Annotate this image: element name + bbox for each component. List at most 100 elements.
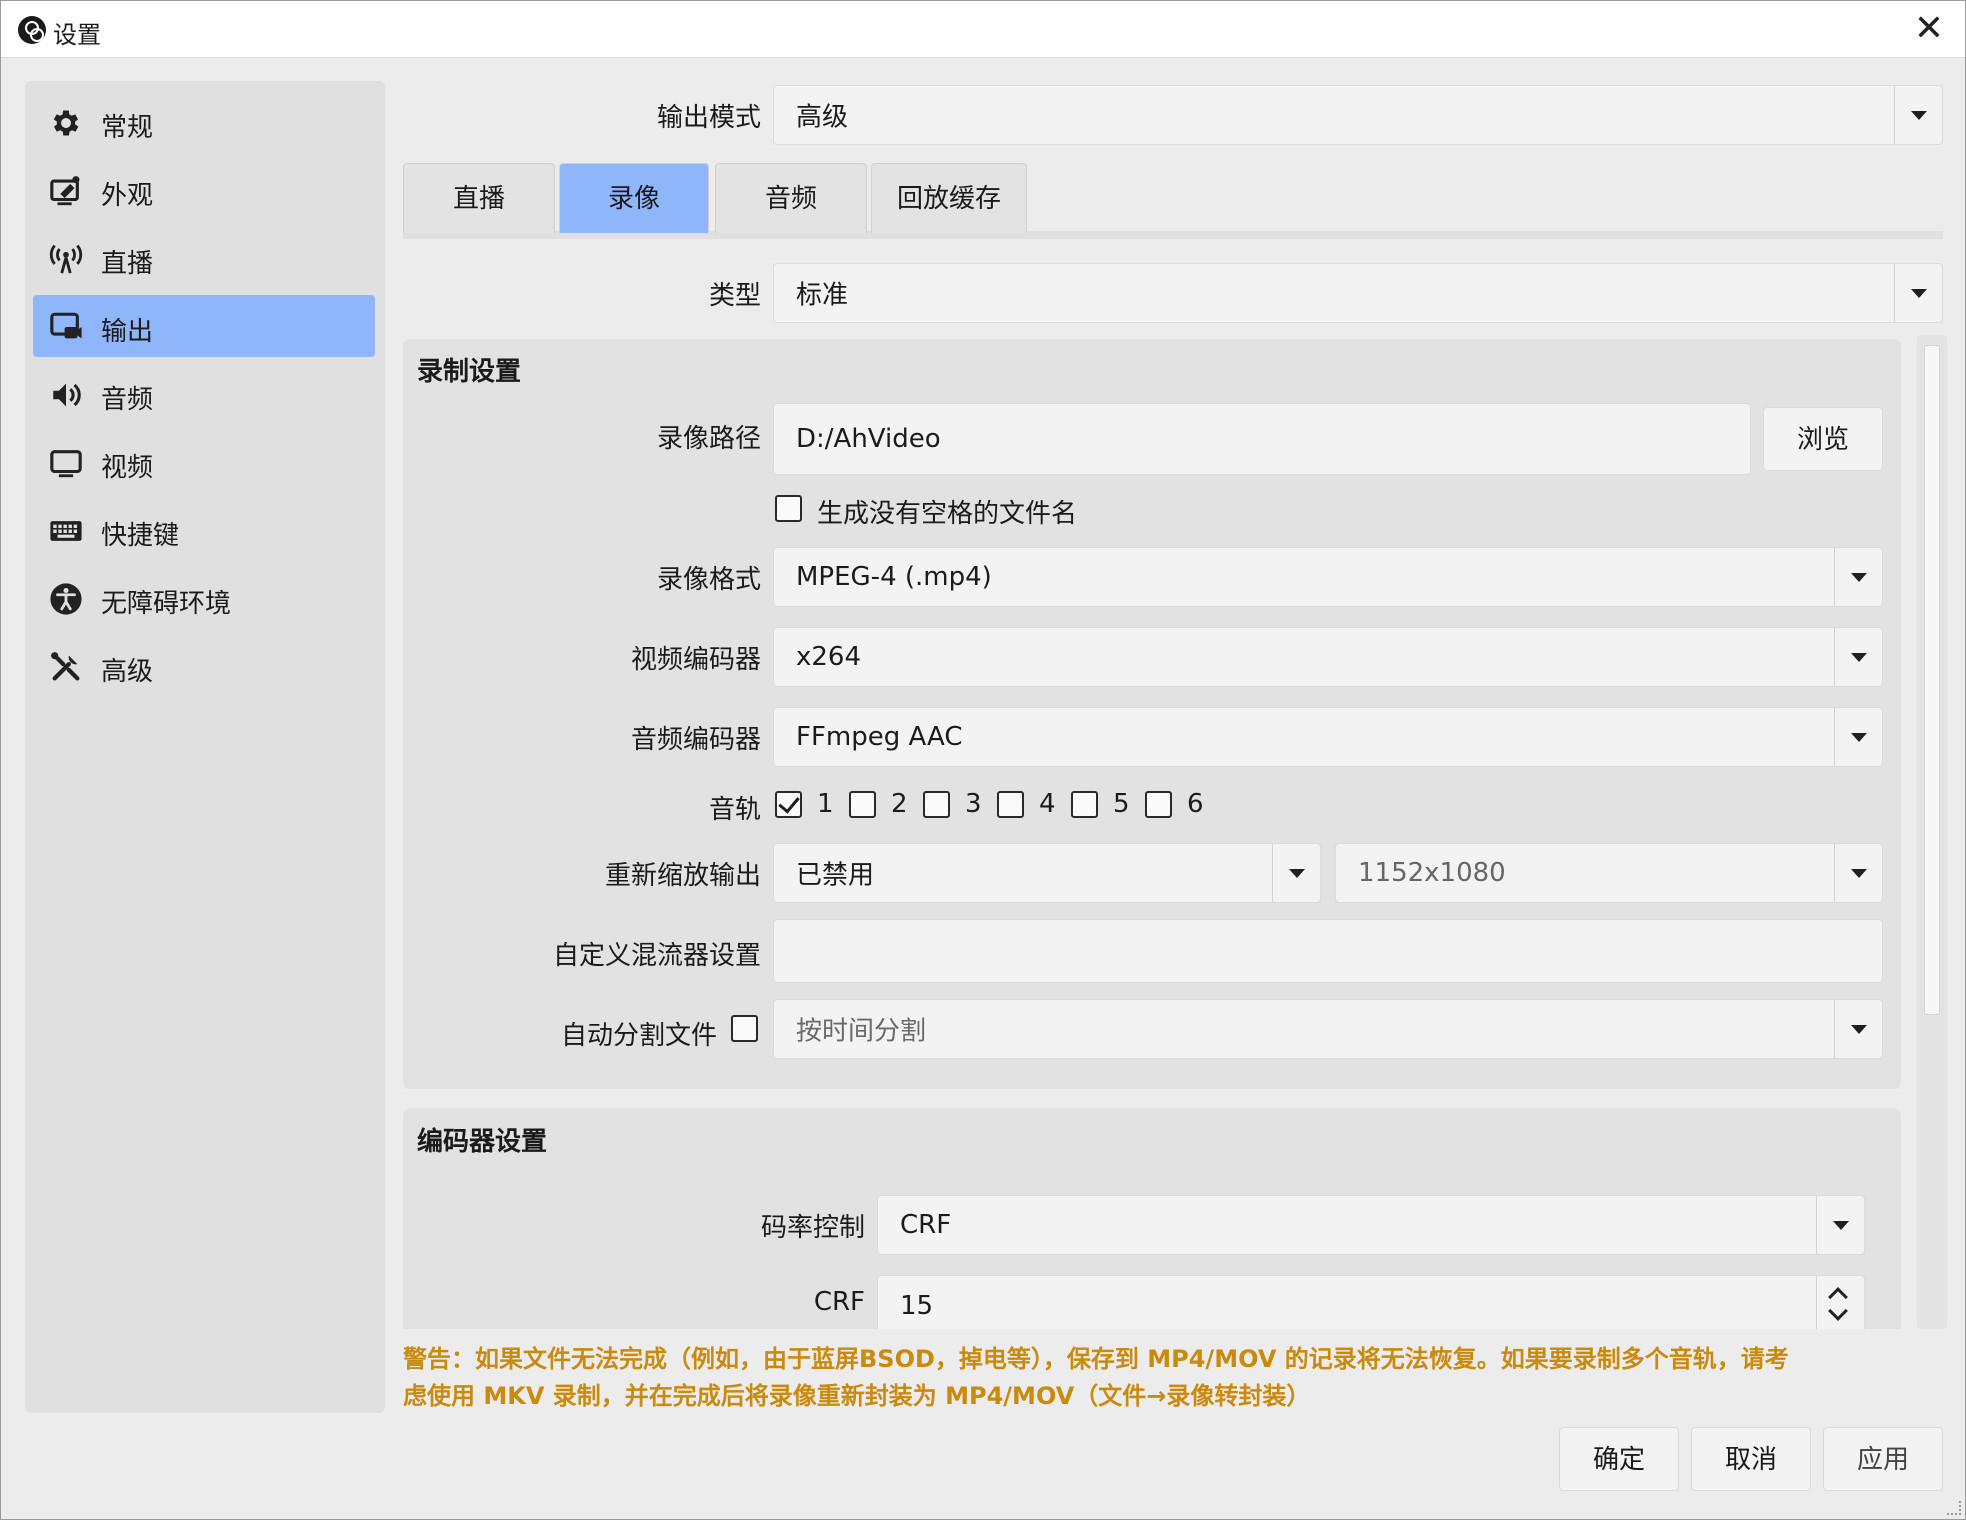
custom-muxer-input[interactable] <box>773 919 1883 983</box>
rate-control-select[interactable]: CRF <box>877 1195 1865 1255</box>
custom-muxer-label: 自定义混流器设置 <box>552 941 761 971</box>
no-space-filename-checkbox[interactable] <box>775 495 802 522</box>
settings-window: 设置 ✕ 常规 外观 直播 输出 音频 视频 快捷键 无障碍环境 高级 输出模式… <box>0 0 1966 1520</box>
output-mode-select[interactable]: 高级 <box>773 85 1943 145</box>
type-label: 类型 <box>708 281 761 311</box>
cancel-button[interactable]: 取消 <box>1691 1427 1811 1491</box>
audio-track-3-checkbox[interactable] <box>923 791 950 818</box>
close-button[interactable]: ✕ <box>1909 9 1949 49</box>
ok-button[interactable]: 确定 <box>1559 1427 1679 1491</box>
rescale-resolution-select[interactable]: 1152x1080 <box>1335 843 1883 903</box>
speaker-icon <box>53 383 81 407</box>
appearance-icon <box>50 176 80 206</box>
chevron-down-icon <box>1894 86 1942 144</box>
rescale-output-value: 已禁用 <box>796 860 875 891</box>
audio-track-5-checkbox[interactable] <box>1071 791 1098 818</box>
rescale-output-select[interactable]: 已禁用 <box>773 843 1321 903</box>
video-encoder-select[interactable]: x264 <box>773 627 1883 687</box>
chevron-down-icon <box>1834 708 1882 766</box>
sidebar-item-appearance[interactable]: 外观 <box>33 159 375 221</box>
video-encoder-label: 视频编码器 <box>630 645 761 675</box>
crf-value: 15 <box>900 1291 934 1321</box>
audio-track-label: 2 <box>891 789 908 819</box>
sidebar-item-label: 外观 <box>101 181 154 211</box>
audio-track-6-checkbox[interactable] <box>1145 791 1172 818</box>
sidebar-item-audio[interactable]: 音频 <box>33 363 375 425</box>
accessibility-icon <box>50 583 82 615</box>
warning-line: 警告：如果文件无法完成（例如，由于蓝屏BSOD，掉电等），保存到 MP4/MOV… <box>403 1345 1789 1373</box>
sidebar-item-label: 无障碍环境 <box>101 589 232 619</box>
scrollbar-thumb[interactable] <box>1924 345 1940 1015</box>
crf-label: CRF <box>813 1287 865 1317</box>
settings-scrollbar[interactable] <box>1917 335 1947 1329</box>
rescale-resolution-value: 1152x1080 <box>1358 858 1506 888</box>
tab-replay-buffer[interactable]: 回放缓存 <box>871 163 1027 233</box>
chevron-down-icon <box>1834 548 1882 606</box>
audio-track-label: 1 <box>817 789 834 819</box>
monitor-icon <box>50 450 82 478</box>
resize-grip-icon[interactable] <box>1947 1501 1961 1515</box>
audio-track-label: 音轨 <box>708 795 761 825</box>
chevron-down-icon <box>1816 1196 1864 1254</box>
tools-icon <box>51 652 80 681</box>
sidebar-item-label: 直播 <box>101 249 154 279</box>
sidebar-item-label: 视频 <box>101 453 154 483</box>
sidebar-item-label: 快捷键 <box>101 521 180 551</box>
warning-line: 虑使用 MKV 录制，并在完成后将录像重新封装为 MP4/MOV（文件→录像转封… <box>403 1382 1311 1410</box>
auto-split-checkbox[interactable] <box>731 1015 758 1042</box>
sidebar-item-video[interactable]: 视频 <box>33 431 375 493</box>
auto-split-label: 自动分割文件 <box>560 1021 717 1051</box>
split-mode-select[interactable]: 按时间分割 <box>773 999 1883 1059</box>
group-title: 录制设置 <box>417 357 522 387</box>
browse-button[interactable]: 浏览 <box>1763 407 1883 471</box>
spinbox-arrows <box>1816 1276 1864 1329</box>
audio-track-label: 3 <box>965 789 982 819</box>
sidebar-item-label: 高级 <box>101 657 154 687</box>
title-bar: 设置 ✕ <box>1 1 1965 58</box>
audio-track-2-checkbox[interactable] <box>849 791 876 818</box>
recording-type-select[interactable]: 标准 <box>773 263 1943 323</box>
audio-encoder-value: FFmpeg AAC <box>796 722 963 752</box>
recording-path-input[interactable]: D:/AhVideo <box>773 403 1751 475</box>
sidebar-item-output[interactable]: 输出 <box>33 295 375 357</box>
tab-audio[interactable]: 音频 <box>715 163 867 233</box>
audio-track-1-checkbox[interactable] <box>775 791 802 818</box>
recording-format-select[interactable]: MPEG-4 (.mp4) <box>773 547 1883 607</box>
recording-type-value: 标准 <box>796 280 849 311</box>
audio-encoder-label: 音频编码器 <box>630 725 761 755</box>
window-title: 设置 <box>53 21 101 49</box>
audio-track-label: 6 <box>1187 789 1204 819</box>
sidebar-item-advanced[interactable]: 高级 <box>33 635 375 697</box>
output-icon <box>50 312 82 339</box>
tab-stream[interactable]: 直播 <box>403 163 555 233</box>
sidebar-item-general[interactable]: 常规 <box>33 91 375 153</box>
recording-path-value: D:/AhVideo <box>796 424 941 454</box>
apply-button[interactable]: 应用 <box>1823 1427 1943 1491</box>
sidebar-item-label: 输出 <box>101 317 154 347</box>
antenna-icon <box>49 244 83 274</box>
sidebar-item-stream[interactable]: 直播 <box>33 227 375 289</box>
chevron-down-icon <box>1894 264 1942 322</box>
sidebar-item-accessibility[interactable]: 无障碍环境 <box>33 567 375 629</box>
obs-logo-icon <box>18 16 46 44</box>
tab-recording[interactable]: 录像 <box>559 163 709 233</box>
recording-path-label: 录像路径 <box>656 424 761 454</box>
rate-control-value: CRF <box>900 1210 952 1240</box>
recording-format-label: 录像格式 <box>656 565 761 595</box>
crf-spinbox[interactable]: 15 <box>877 1275 1865 1329</box>
output-mode-value: 高级 <box>796 102 849 133</box>
audio-track-4-checkbox[interactable] <box>997 791 1024 818</box>
output-tabs: 直播 录像 音频 回放缓存 <box>403 163 1943 239</box>
chevron-down-icon <box>1834 844 1882 902</box>
split-mode-value: 按时间分割 <box>796 1016 927 1047</box>
rescale-output-label: 重新缩放输出 <box>604 861 761 891</box>
rate-control-label: 码率控制 <box>760 1213 865 1243</box>
warning-text: 警告：如果文件无法完成（例如，由于蓝屏BSOD，掉电等），保存到 MP4/MOV… <box>403 1341 1923 1415</box>
chevron-down-icon <box>1272 844 1320 902</box>
output-mode-label: 输出模式 <box>656 103 761 133</box>
sidebar-item-hotkeys[interactable]: 快捷键 <box>33 499 375 561</box>
audio-track-label: 4 <box>1039 789 1056 819</box>
video-encoder-value: x264 <box>796 642 862 672</box>
audio-encoder-select[interactable]: FFmpeg AAC <box>773 707 1883 767</box>
chevron-down-icon[interactable] <box>1828 1301 1848 1321</box>
